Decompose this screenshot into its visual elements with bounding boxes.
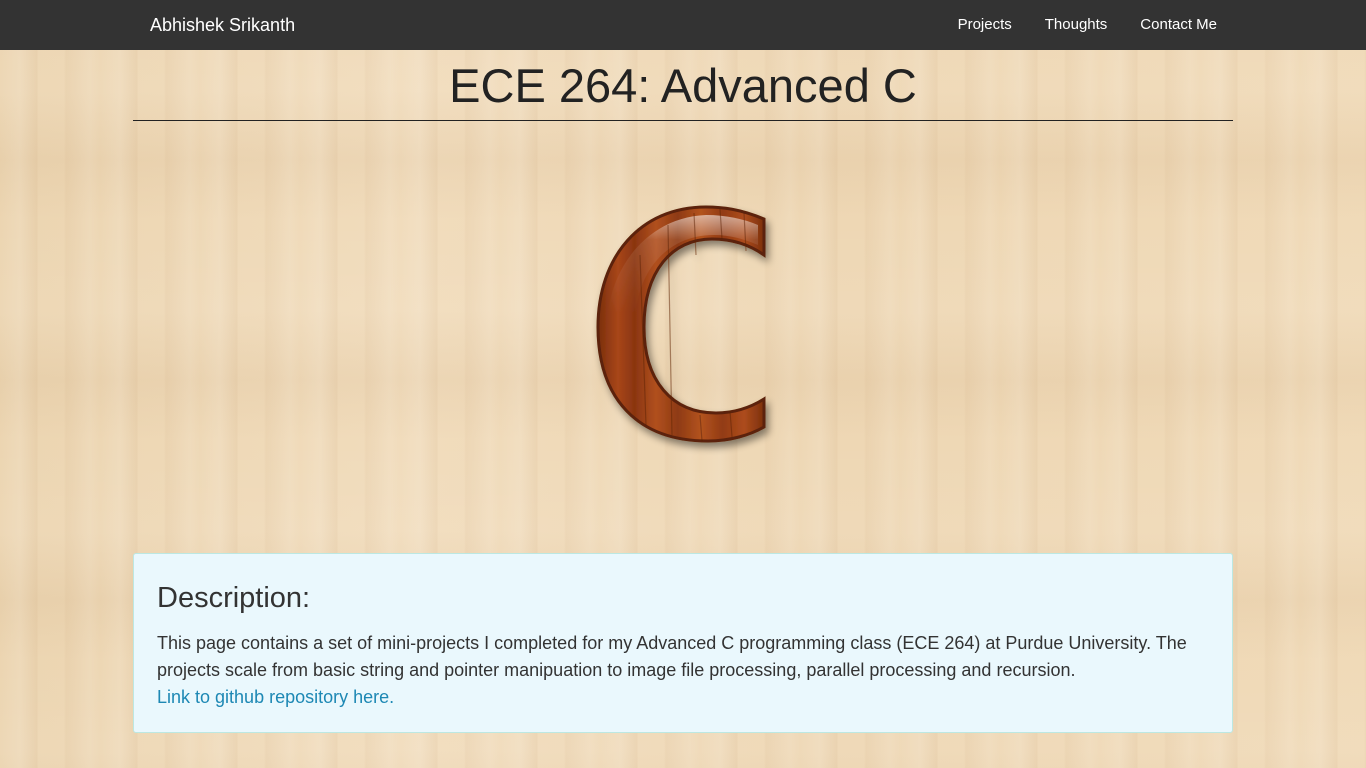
github-repository-link[interactable]: Link to github repository here.: [157, 684, 394, 711]
description-text: This page contains a set of mini-project…: [157, 633, 1187, 680]
description-panel: Description: This page contains a set of…: [133, 553, 1233, 733]
nav-link-contact-me[interactable]: Contact Me: [1123, 0, 1233, 50]
brand-link[interactable]: Abhishek Srikanth: [150, 0, 295, 50]
navbar: Abhishek Srikanth Projects Thoughts Cont…: [0, 0, 1366, 50]
nav-link-projects[interactable]: Projects: [941, 0, 1028, 50]
page-title: ECE 264: Advanced C: [133, 55, 1233, 121]
description-heading: Description:: [157, 582, 311, 614]
nav-links: Projects Thoughts Contact Me: [941, 0, 1233, 50]
wooden-letter-c-icon: [596, 205, 766, 443]
nav-link-thoughts[interactable]: Thoughts: [1028, 0, 1124, 50]
